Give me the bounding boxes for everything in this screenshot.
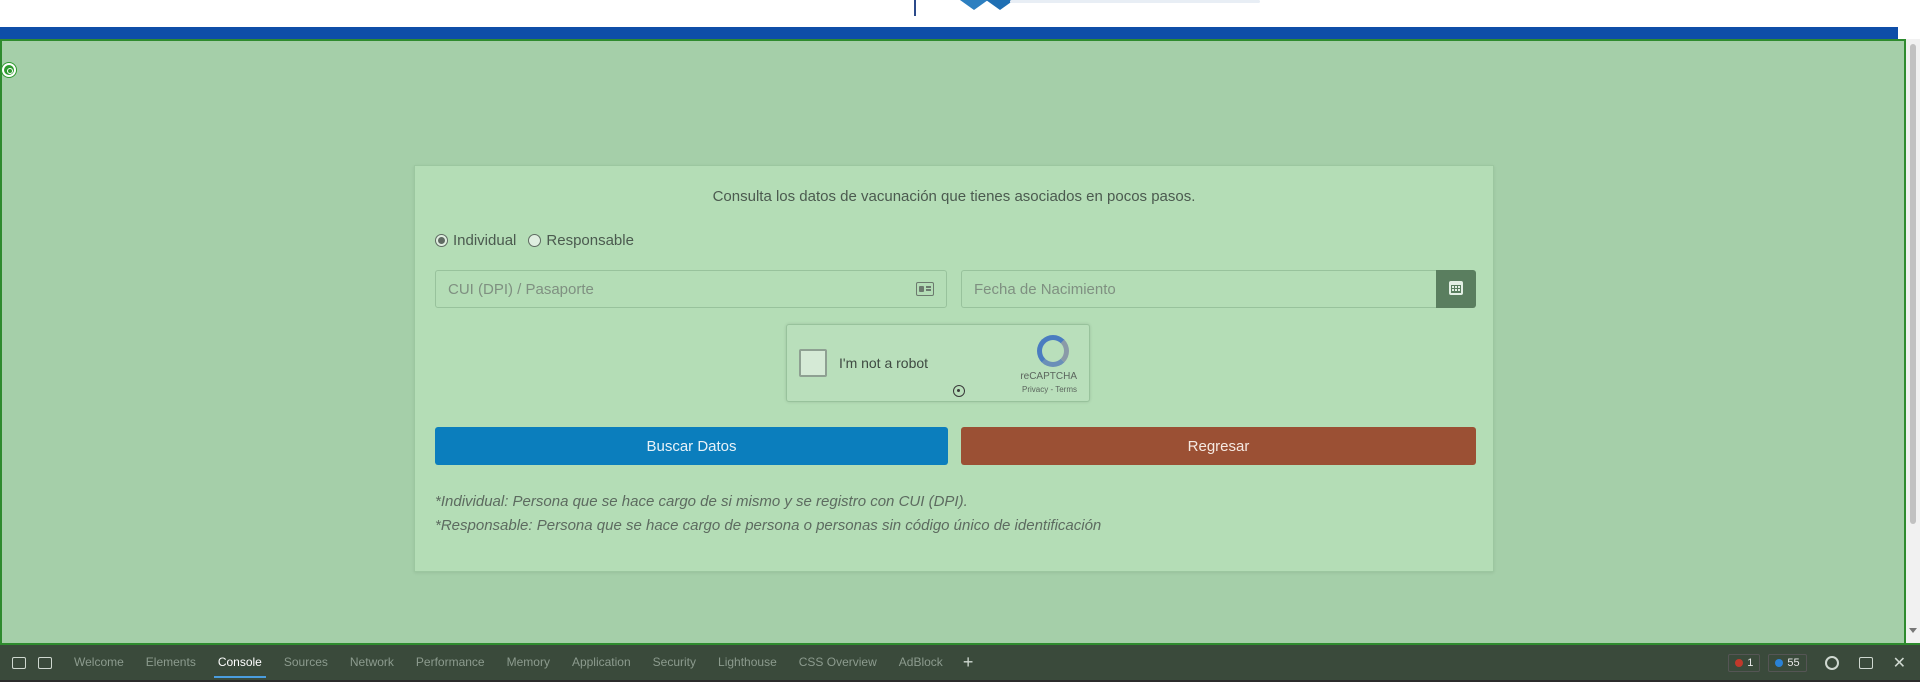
radio-individual-label[interactable]: Individual (453, 232, 516, 249)
message-count-badge[interactable]: 55 (1768, 653, 1807, 672)
error-count-badge[interactable]: 1 (1728, 653, 1761, 672)
radio-responsable-label[interactable]: Responsable (546, 232, 634, 249)
logo-divider (914, 0, 916, 16)
scrollbar-thumb[interactable] (1910, 44, 1916, 524)
message-icon (1775, 658, 1784, 667)
devtools-tab-elements[interactable]: Elements (146, 645, 196, 680)
error-icon (1735, 658, 1744, 667)
devtools-actions: 1 55 ✕ (1728, 645, 1920, 680)
crosshair-icon (953, 385, 965, 397)
devtools-tab-memory[interactable]: Memory (507, 645, 550, 680)
message-count: 55 (1787, 656, 1800, 669)
recaptcha-links[interactable]: Privacy - Terms (1022, 385, 1077, 394)
radio-responsable[interactable] (528, 234, 542, 247)
recaptcha-icon (1037, 335, 1069, 367)
search-button[interactable]: Buscar Datos (435, 427, 948, 465)
devtools-tab-network[interactable]: Network (350, 645, 394, 680)
calendar-button[interactable] (1436, 270, 1476, 308)
close-devtools-icon[interactable]: ✕ (1893, 653, 1906, 673)
type-radio-group: Individual Responsable (435, 232, 646, 249)
scroll-down-icon[interactable] (1909, 628, 1917, 633)
note-responsable: *Responsable: Persona que se hace cargo … (435, 517, 1102, 534)
inspect-element-icon[interactable] (12, 656, 26, 669)
devtools-tab-lighthouse[interactable]: Lighthouse (718, 645, 777, 680)
vaccination-form-card: Consulta los datos de vacunación que tie… (414, 165, 1494, 572)
error-count: 1 (1747, 656, 1754, 669)
form-intro: Consulta los datos de vacunación que tie… (712, 188, 1196, 205)
logo-icon (960, 0, 988, 10)
calendar-icon (1449, 281, 1463, 295)
device-toolbar-icon[interactable] (38, 656, 52, 669)
devtools-panel: Welcome Elements Console Sources Network… (0, 643, 1920, 682)
header-bar (0, 27, 1898, 39)
cui-input[interactable] (436, 271, 946, 307)
note-individual: *Individual: Persona que se hace cargo d… (435, 493, 968, 510)
devtools-tab-performance[interactable]: Performance (416, 645, 485, 680)
settings-gear-icon[interactable] (1824, 655, 1839, 670)
devtools-tab-bar: Welcome Elements Console Sources Network… (0, 645, 1920, 680)
inspect-target-icon[interactable] (2, 63, 16, 77)
recaptcha-checkbox[interactable] (799, 349, 827, 377)
recaptcha-brand: reCAPTCHA (1020, 371, 1077, 382)
radio-individual[interactable] (435, 234, 448, 247)
cui-field (435, 270, 947, 308)
devtools-tab-application[interactable]: Application (572, 645, 631, 680)
devtools-tab-console[interactable]: Console (213, 645, 266, 680)
devtools-tab-security[interactable]: Security (653, 645, 696, 680)
recaptcha-label: I'm not a robot (839, 355, 929, 371)
recaptcha-widget: I'm not a robot reCAPTCHA Privacy - Term… (786, 324, 1090, 402)
back-button[interactable]: Regresar (961, 427, 1476, 465)
dock-side-icon[interactable] (1858, 656, 1873, 669)
devtools-tab-welcome[interactable]: Welcome (74, 645, 124, 680)
id-card-icon (916, 282, 934, 296)
top-header (0, 0, 1898, 27)
inspect-overlay: Consulta los datos de vacunación que tie… (0, 39, 1906, 643)
devtools-tab-adblock[interactable]: AdBlock (899, 645, 943, 680)
birthdate-field (961, 270, 1436, 308)
devtools-tab-css-overview[interactable]: CSS Overview (799, 645, 877, 680)
add-tab-icon[interactable]: + (963, 652, 974, 673)
logo-placeholder (1010, 0, 1260, 3)
devtools-tab-sources[interactable]: Sources (284, 645, 328, 680)
birthdate-input[interactable] (962, 271, 1436, 307)
